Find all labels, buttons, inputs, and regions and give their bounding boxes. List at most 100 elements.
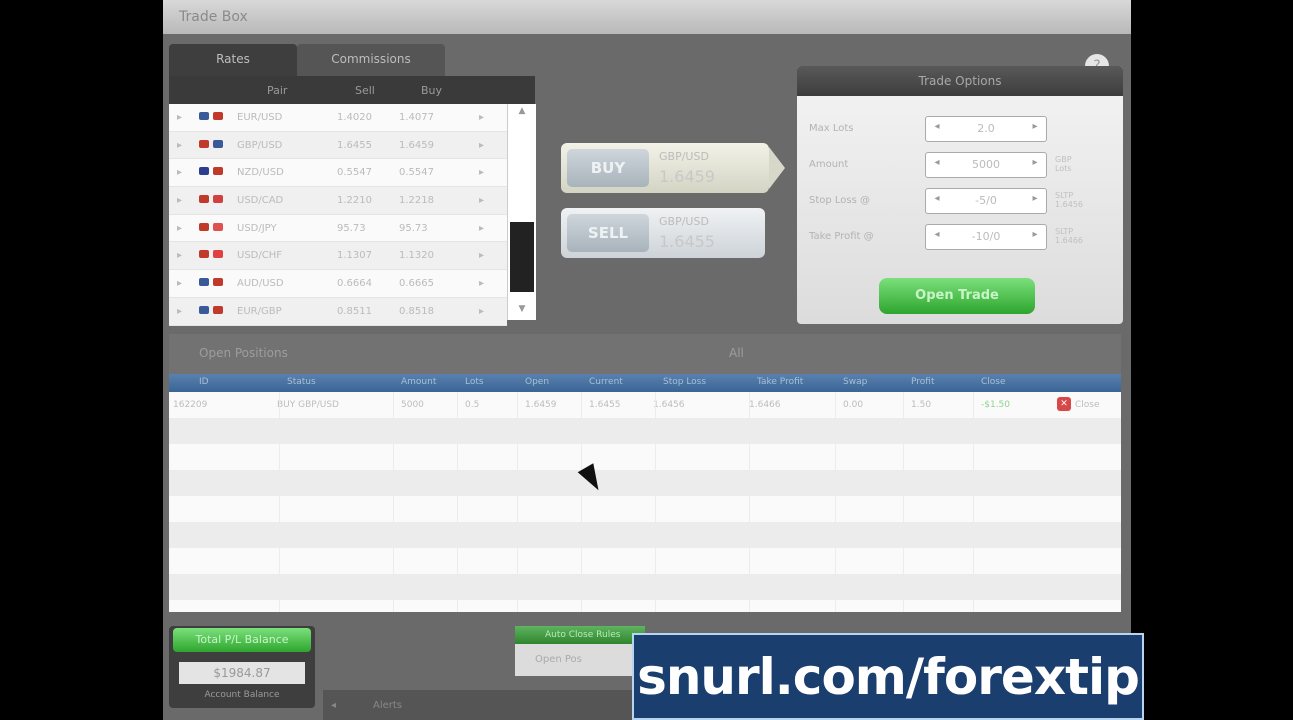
increase-arrow-icon[interactable]: ▸ (1028, 229, 1042, 243)
quote-row[interactable]: ▸ NZD/USD 0.5547 0.5547 ▸ (169, 159, 507, 188)
quote-row[interactable]: ▸ EUR/GBP 0.8511 0.8518 ▸ (169, 297, 507, 326)
quote-sell[interactable]: 1.1307 (337, 250, 372, 261)
balance-title[interactable]: Total P/L Balance (173, 628, 311, 652)
currency-flag-icon (199, 195, 209, 204)
scroll-up-arrow-icon[interactable]: ▲ (512, 106, 532, 120)
quote-row-arrow-icon[interactable]: ▸ (479, 167, 484, 178)
row-expand-icon[interactable]: ▸ (177, 167, 182, 178)
positions-column-header[interactable]: ID (199, 377, 209, 387)
window-title: Trade Box (163, 0, 1131, 34)
currency-flag-icon (213, 195, 223, 204)
quote-row[interactable]: ▸ GBP/USD 1.6455 1.6459 ▸ (169, 131, 507, 160)
column-divider (393, 392, 394, 612)
option-stepper[interactable]: ◂ 5000 ▸ (925, 152, 1047, 178)
buy-button[interactable]: BUY GBP/USD 1.6459 (561, 143, 785, 193)
scroll-down-arrow-icon[interactable]: ▼ (512, 304, 532, 318)
positions-column-header[interactable]: Close (981, 377, 1006, 387)
quote-sell[interactable]: 0.6664 (337, 278, 372, 289)
quote-buy[interactable]: 1.2218 (399, 195, 434, 206)
column-divider (835, 392, 836, 612)
quote-buy[interactable]: 1.4077 (399, 112, 434, 123)
scroll-thumb[interactable] (510, 222, 534, 292)
position-row[interactable]: 162209 BUY GBP/USD 5000 0.5 1.6459 1.6455 1.64… (169, 392, 1121, 418)
quote-pair: EUR/USD (237, 112, 283, 123)
close-position-icon[interactable]: ✕ (1057, 397, 1071, 411)
quote-sell[interactable]: 1.2210 (337, 195, 372, 206)
quote-sell[interactable]: 0.5547 (337, 167, 372, 178)
quote-buy[interactable]: 95.73 (399, 223, 428, 234)
quote-row-arrow-icon[interactable]: ▸ (479, 140, 484, 151)
trade-options-panel: Trade Options Max Lots ◂ 2.0 ▸ Amount ◂ 5000 ▸ G… (797, 66, 1123, 324)
positions-column-header[interactable]: Stop Loss (663, 377, 706, 387)
row-expand-icon[interactable]: ▸ (177, 250, 182, 261)
positions-column-header[interactable]: Status (287, 377, 316, 387)
quote-buy[interactable]: 1.6459 (399, 140, 434, 151)
decrease-arrow-icon[interactable]: ◂ (930, 229, 944, 243)
quote-row-arrow-icon[interactable]: ▸ (479, 306, 484, 317)
quote-row-arrow-icon[interactable]: ▸ (479, 278, 484, 289)
footer-label[interactable]: Alerts (373, 700, 402, 711)
quote-row-arrow-icon[interactable]: ▸ (479, 250, 484, 261)
auto-close-title[interactable]: Auto Close Rules (515, 626, 645, 644)
option-value[interactable]: 5000 (950, 158, 1022, 171)
column-divider (457, 392, 458, 612)
quotes-list: ▸ EUR/USD 1.4020 1.4077 ▸ ▸ GBP/USD 1.6455 1.645… (169, 104, 507, 326)
quote-buy[interactable]: 0.6665 (399, 278, 434, 289)
column-header-sell: Sell (355, 84, 375, 97)
positions-column-header[interactable]: Current (589, 377, 623, 387)
row-expand-icon[interactable]: ▸ (177, 140, 182, 151)
row-expand-icon[interactable]: ▸ (177, 223, 182, 234)
quote-row[interactable]: ▸ USD/CHF 1.1307 1.1320 ▸ (169, 242, 507, 271)
positions-column-header[interactable]: Swap (843, 377, 867, 387)
option-value[interactable]: -5/0 (950, 194, 1022, 207)
increase-arrow-icon[interactable]: ▸ (1028, 157, 1042, 171)
quote-buy[interactable]: 0.8518 (399, 306, 434, 317)
decrease-arrow-icon[interactable]: ◂ (930, 193, 944, 207)
sell-button[interactable]: SELL GBP/USD 1.6455 (561, 208, 765, 258)
quote-row-arrow-icon[interactable]: ▸ (479, 112, 484, 123)
option-stepper[interactable]: ◂ 2.0 ▸ (925, 116, 1047, 142)
positions-column-header[interactable]: Amount (401, 377, 436, 387)
quote-row[interactable]: ▸ EUR/USD 1.4020 1.4077 ▸ (169, 104, 507, 132)
positions-column-header[interactable]: Open (525, 377, 549, 387)
option-value[interactable]: -10/0 (950, 230, 1022, 243)
position-row (169, 522, 1121, 548)
trade-options-title: Trade Options (797, 66, 1123, 96)
quote-pair: AUD/USD (237, 278, 284, 290)
quote-row-arrow-icon[interactable]: ▸ (479, 223, 484, 234)
row-expand-icon[interactable]: ▸ (177, 278, 182, 289)
quote-sell[interactable]: 95.73 (337, 223, 366, 234)
row-expand-icon[interactable]: ▸ (177, 112, 182, 123)
positions-column-header[interactable]: Lots (465, 377, 484, 387)
position-take-profit[interactable]: 1.6466 (749, 400, 781, 410)
position-open: 1.6459 (525, 400, 557, 410)
option-value[interactable]: 2.0 (950, 122, 1022, 135)
position-stop-loss[interactable]: 1.6456 (653, 400, 685, 410)
decrease-arrow-icon[interactable]: ◂ (930, 121, 944, 135)
increase-arrow-icon[interactable]: ▸ (1028, 121, 1042, 135)
tab-commissions[interactable]: Commissions (297, 44, 445, 76)
quote-row[interactable]: ▸ AUD/USD 0.6664 0.6665 ▸ (169, 270, 507, 298)
positions-column-header[interactable]: Take Profit (757, 377, 803, 387)
row-expand-icon[interactable]: ▸ (177, 306, 182, 317)
row-expand-icon[interactable]: ▸ (177, 195, 182, 206)
positions-filter[interactable]: All (729, 346, 744, 360)
quote-sell[interactable]: 1.4020 (337, 112, 372, 123)
quote-buy[interactable]: 1.1320 (399, 250, 434, 261)
close-position-label[interactable]: Close (1075, 400, 1100, 410)
option-stepper[interactable]: ◂ -5/0 ▸ (925, 188, 1047, 214)
decrease-arrow-icon[interactable]: ◂ (930, 157, 944, 171)
option-stepper[interactable]: ◂ -10/0 ▸ (925, 224, 1047, 250)
increase-arrow-icon[interactable]: ▸ (1028, 193, 1042, 207)
quote-row[interactable]: ▸ USD/JPY 95.73 95.73 ▸ (169, 215, 507, 243)
quote-row[interactable]: ▸ USD/CAD 1.2210 1.2218 ▸ (169, 187, 507, 215)
footer-arrow-icon[interactable]: ◂ (331, 700, 336, 711)
quote-sell[interactable]: 0.8511 (337, 306, 372, 317)
tab-rates[interactable]: Rates (169, 44, 297, 76)
quote-buy[interactable]: 0.5547 (399, 167, 434, 178)
quote-sell[interactable]: 1.6455 (337, 140, 372, 151)
positions-column-header[interactable]: Profit (911, 377, 934, 387)
open-trade-button[interactable]: Open Trade (879, 278, 1035, 314)
quotes-scrollbar[interactable]: ▲ ▼ (507, 104, 536, 320)
quote-row-arrow-icon[interactable]: ▸ (479, 195, 484, 206)
